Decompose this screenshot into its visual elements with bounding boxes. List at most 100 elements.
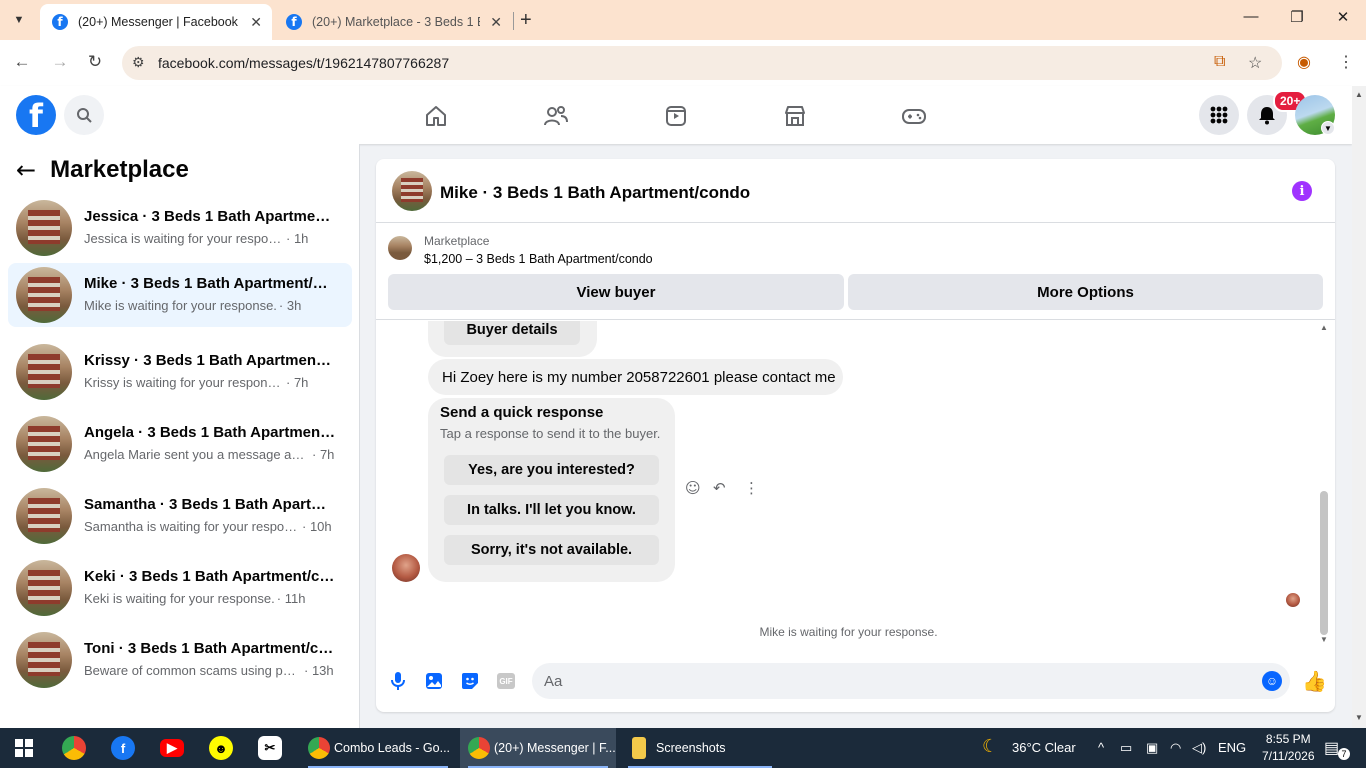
chat-title[interactable]: Mike · 3 Beds 1 Bath Apartment/condo (440, 183, 750, 203)
restore-icon[interactable]: ❐ (1282, 8, 1312, 26)
windows-start-icon[interactable] (12, 736, 36, 760)
facebook-favicon-icon: f (52, 14, 68, 30)
chevron-down-icon[interactable]: ▼ (1321, 121, 1335, 135)
sticker-button[interactable] (460, 671, 480, 691)
nav-marketplace[interactable] (782, 103, 808, 129)
install-app-icon[interactable]: ⧉ (1214, 53, 1225, 71)
conversation-snippet: Beware of common scams using pay... · 13h (84, 663, 334, 678)
snippet-time: · 1h (286, 231, 309, 246)
site-info-icon[interactable]: ⚙ (132, 54, 145, 71)
url-text[interactable]: facebook.com/messages/t/1962147807766287 (158, 55, 449, 71)
emoji-icon[interactable]: ☺ (1262, 671, 1282, 691)
tab-search-chevron-icon[interactable]: ▼ (6, 8, 32, 32)
conversation-snippet: Jessica is waiting for your response. · 1… (84, 231, 308, 246)
scroll-up-arrow-icon[interactable]: ▲ (1320, 323, 1328, 332)
gaming-icon (902, 109, 926, 124)
address-bar[interactable]: ⚙ facebook.com/messages/t/19621478077662… (122, 46, 1282, 80)
reload-icon[interactable]: ↻ (83, 52, 107, 72)
snippet-text: Krissy is waiting for your response. (84, 375, 284, 390)
taskbar-task-active[interactable]: (20+) Messenger | F... (460, 728, 616, 768)
microphone-icon (391, 672, 405, 690)
buyer-details-button[interactable]: Buyer details (444, 321, 580, 345)
weather-text[interactable]: 36°C Clear (1012, 740, 1076, 755)
clock-time: 8:55 PM (1265, 732, 1311, 746)
window-close-icon[interactable]: ✕ (1328, 8, 1358, 26)
nav-gaming[interactable] (901, 103, 927, 129)
tab-marketplace[interactable]: f (20+) Marketplace - 3 Beds 1 Ba ✕ (274, 4, 512, 40)
conversation-item[interactable]: Keki · 3 Beds 1 Bath Apartment/condo Kek… (8, 556, 352, 620)
tab-messenger[interactable]: f (20+) Messenger | Facebook ✕ (40, 4, 272, 40)
conversation-name: Samantha · 3 Beds 1 Bath Apartment/condo (84, 496, 336, 513)
nav-watch[interactable] (663, 103, 689, 129)
info-icon[interactable]: i (1292, 181, 1312, 201)
page-scrollbar[interactable]: ▲ ▼ (1352, 86, 1366, 728)
quick-response-option[interactable]: In talks. I'll let you know. (444, 495, 659, 525)
battery-icon[interactable]: ▭ (1120, 740, 1132, 756)
monitor-icon[interactable]: ▣ (1146, 740, 1158, 756)
conversation-item-selected[interactable]: Mike · 3 Beds 1 Bath Apartment/condo Mik… (8, 263, 352, 327)
conversation-item[interactable]: Samantha · 3 Beds 1 Bath Apartment/condo… (8, 484, 352, 548)
voice-clip-button[interactable] (388, 671, 408, 691)
conversation-item[interactable]: Toni · 3 Beds 1 Bath Apartment/condo Bew… (8, 628, 352, 692)
nav-friends[interactable] (543, 103, 569, 129)
close-tab-icon[interactable]: ✕ (250, 14, 262, 31)
message-text: Hi Zoey here is my number 2058722601 ple… (442, 368, 836, 386)
sender-avatar[interactable] (392, 554, 420, 582)
taskbar-task[interactable]: Screenshots (620, 728, 780, 768)
conversation-item[interactable]: Krissy · 3 Beds 1 Bath Apartment/condo K… (8, 340, 352, 404)
new-tab-icon[interactable]: + (520, 9, 532, 32)
show-hidden-icons-icon[interactable]: ^ (1098, 740, 1104, 755)
chrome-icon[interactable] (62, 736, 86, 760)
youtube-icon[interactable]: ▶ (160, 739, 184, 757)
taskbar-task[interactable]: Combo Leads - Go... (300, 728, 456, 768)
quick-response-option[interactable]: Sorry, it's not available. (444, 535, 659, 565)
bookmark-star-icon[interactable]: ☆ (1248, 53, 1262, 73)
nav-home[interactable] (423, 103, 449, 129)
wifi-icon[interactable]: ◠ (1170, 740, 1181, 756)
conversation-sidebar: ← Marketplace Jessica · 3 Beds 1 Bath Ap… (0, 144, 360, 728)
reply-icon[interactable]: ↶ (713, 479, 726, 497)
facebook-logo[interactable]: f (16, 95, 56, 135)
waiting-status-text: Mike is waiting for your response. (759, 625, 938, 639)
search-button[interactable] (64, 95, 104, 135)
gif-icon[interactable]: GIF (497, 673, 515, 689)
sidebar-title: Marketplace (50, 156, 189, 183)
listing-price-title[interactable]: $1,200 – 3 Beds 1 Bath Apartment/condo (424, 252, 653, 266)
notification-center-icon[interactable]: ▤ (1324, 738, 1339, 758)
language-indicator[interactable]: ENG (1218, 740, 1246, 755)
volume-icon[interactable]: ◁) (1192, 740, 1206, 756)
close-tab-icon[interactable]: ✕ (490, 14, 502, 31)
view-buyer-button[interactable]: View buyer (388, 274, 844, 310)
browser-menu-icon[interactable]: ⋮ (1338, 52, 1354, 72)
facebook-app-icon[interactable]: f (111, 736, 135, 760)
capcut-icon[interactable]: ✂ (258, 736, 282, 760)
profile-icon[interactable]: ◉ (1297, 52, 1311, 72)
scroll-down-arrow-icon[interactable]: ▼ (1320, 635, 1328, 644)
forward-icon[interactable]: → (48, 52, 72, 72)
quick-response-option[interactable]: Yes, are you interested? (444, 455, 659, 485)
thread-scrollbar[interactable] (1320, 491, 1328, 635)
scroll-up-arrow-icon[interactable]: ▲ (1355, 90, 1363, 99)
scroll-down-arrow-icon[interactable]: ▼ (1355, 713, 1363, 722)
listing-thumbnail (388, 236, 412, 260)
weather-moon-icon[interactable]: ☾ (982, 736, 998, 757)
minimize-icon[interactable]: — (1236, 8, 1266, 25)
back-arrow-icon[interactable]: ← (16, 156, 36, 184)
listing-thumbnail (16, 488, 72, 544)
attach-photo-button[interactable] (424, 671, 444, 691)
conversation-item[interactable]: Angela · 3 Beds 1 Bath Apartment/condo A… (8, 412, 352, 476)
conversation-item[interactable]: Jessica · 3 Beds 1 Bath Apartment/condo … (8, 196, 352, 260)
message-input[interactable] (532, 663, 1290, 699)
chat-listing-avatar[interactable] (392, 171, 432, 211)
task-label: Screenshots (656, 741, 726, 755)
back-icon[interactable]: ← (10, 52, 34, 72)
menu-button[interactable] (1199, 95, 1239, 135)
windows-taskbar: f ▶ ☻ ✂ Combo Leads - Go... (20+) Messen… (0, 728, 1366, 768)
thumbs-up-icon[interactable]: 👍 (1302, 669, 1327, 694)
system-clock[interactable]: 8:55 PM 7/11/2026 (1262, 731, 1315, 765)
more-actions-icon[interactable]: ⋮ (744, 479, 759, 497)
snapchat-icon[interactable]: ☻ (209, 736, 233, 760)
snippet-text: Samantha is waiting for your respon... (84, 519, 300, 534)
more-options-button[interactable]: More Options (848, 274, 1323, 310)
react-emoji-icon[interactable]: ☺ (685, 479, 701, 497)
